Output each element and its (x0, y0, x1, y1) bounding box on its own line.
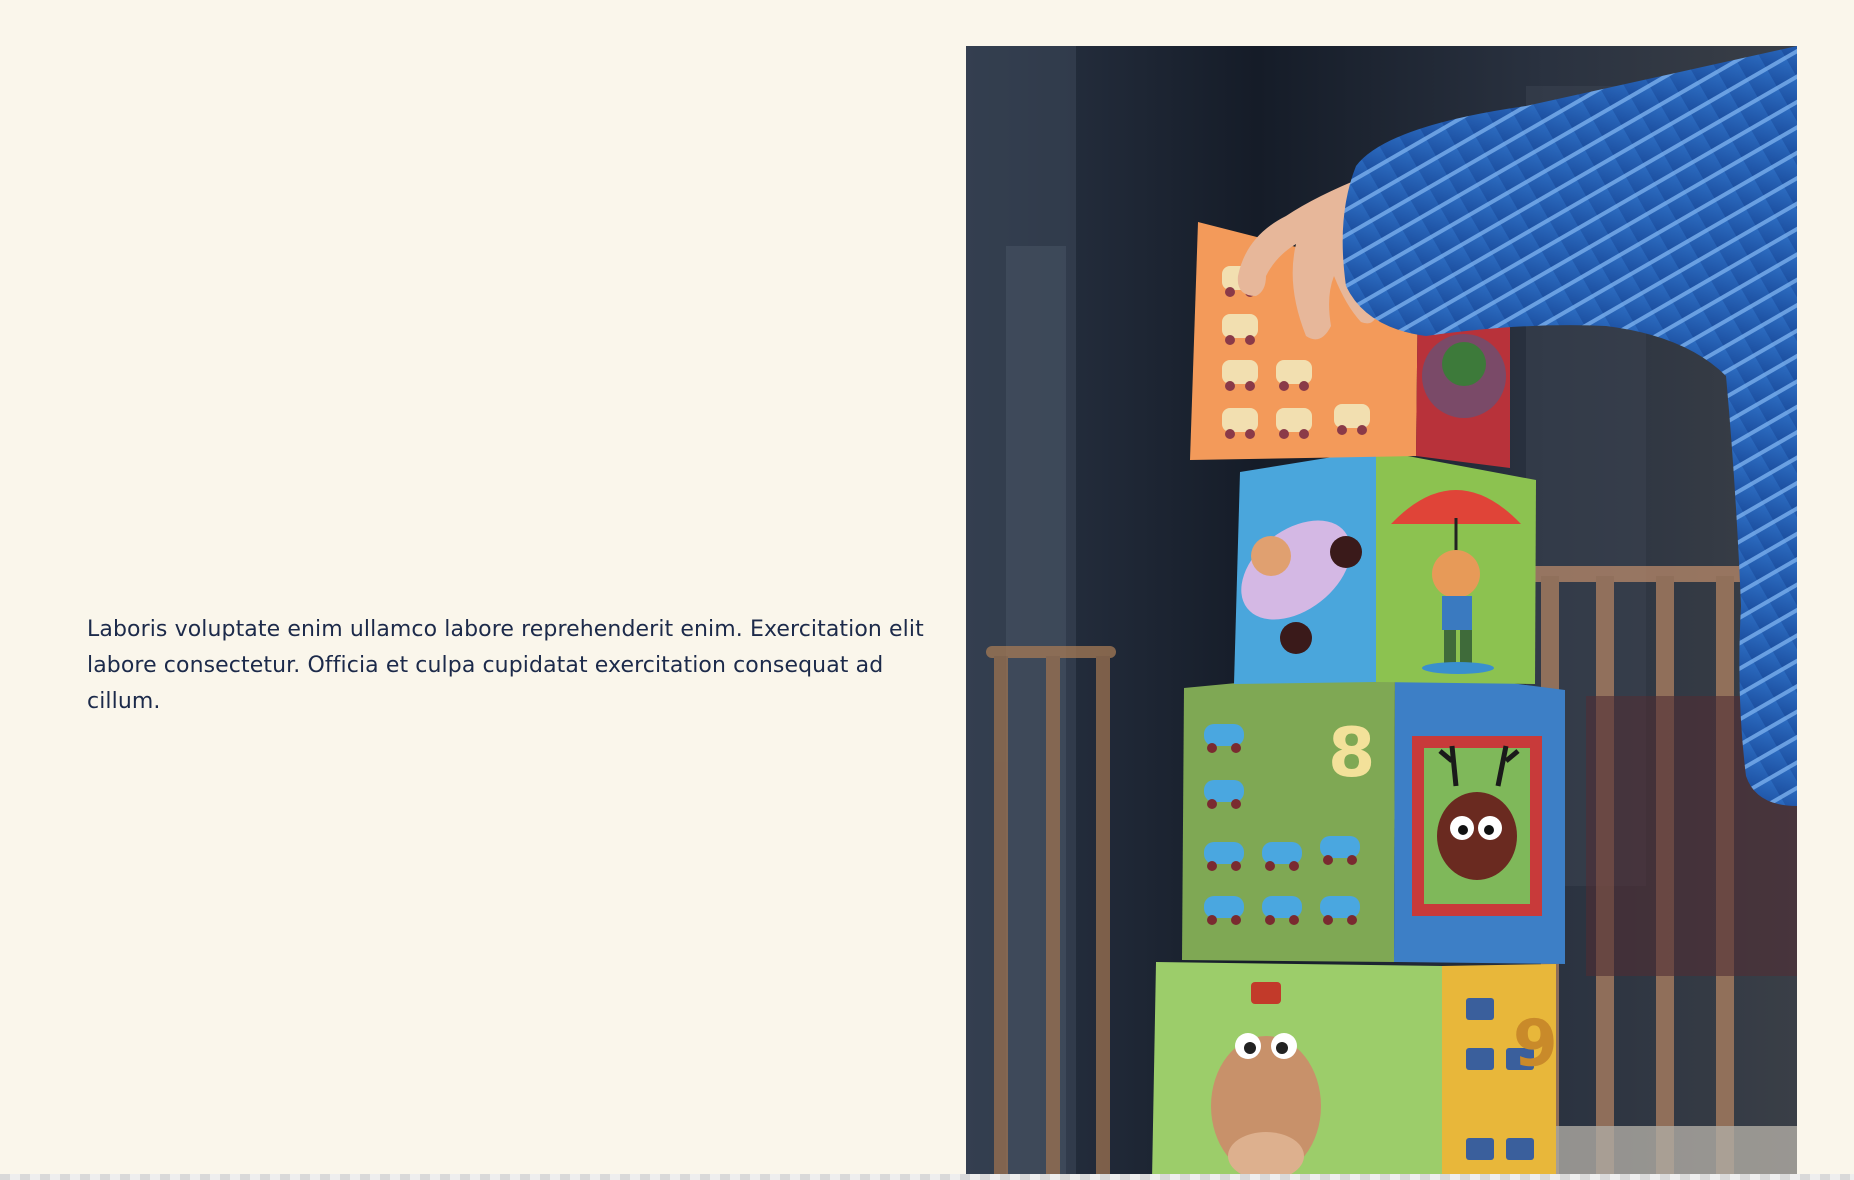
toy-blocks-illustration: 9 8 (966, 46, 1797, 1180)
hero-photo: 9 8 (966, 46, 1797, 1180)
body-paragraph: Laboris voluptate enim ullamco labore re… (87, 617, 924, 714)
block-third: 8 (1182, 668, 1565, 964)
block-bottom: 9 (1152, 962, 1559, 1180)
bottom-edge-strip (0, 1174, 1854, 1180)
block-number-8: 8 (1328, 714, 1375, 793)
page: Laboris voluptate enim ullamco labore re… (0, 0, 1854, 1180)
block-second (1234, 450, 1536, 684)
text-column: Laboris voluptate enim ullamco labore re… (87, 612, 927, 720)
block-number-9: 9 (1512, 1006, 1559, 1082)
